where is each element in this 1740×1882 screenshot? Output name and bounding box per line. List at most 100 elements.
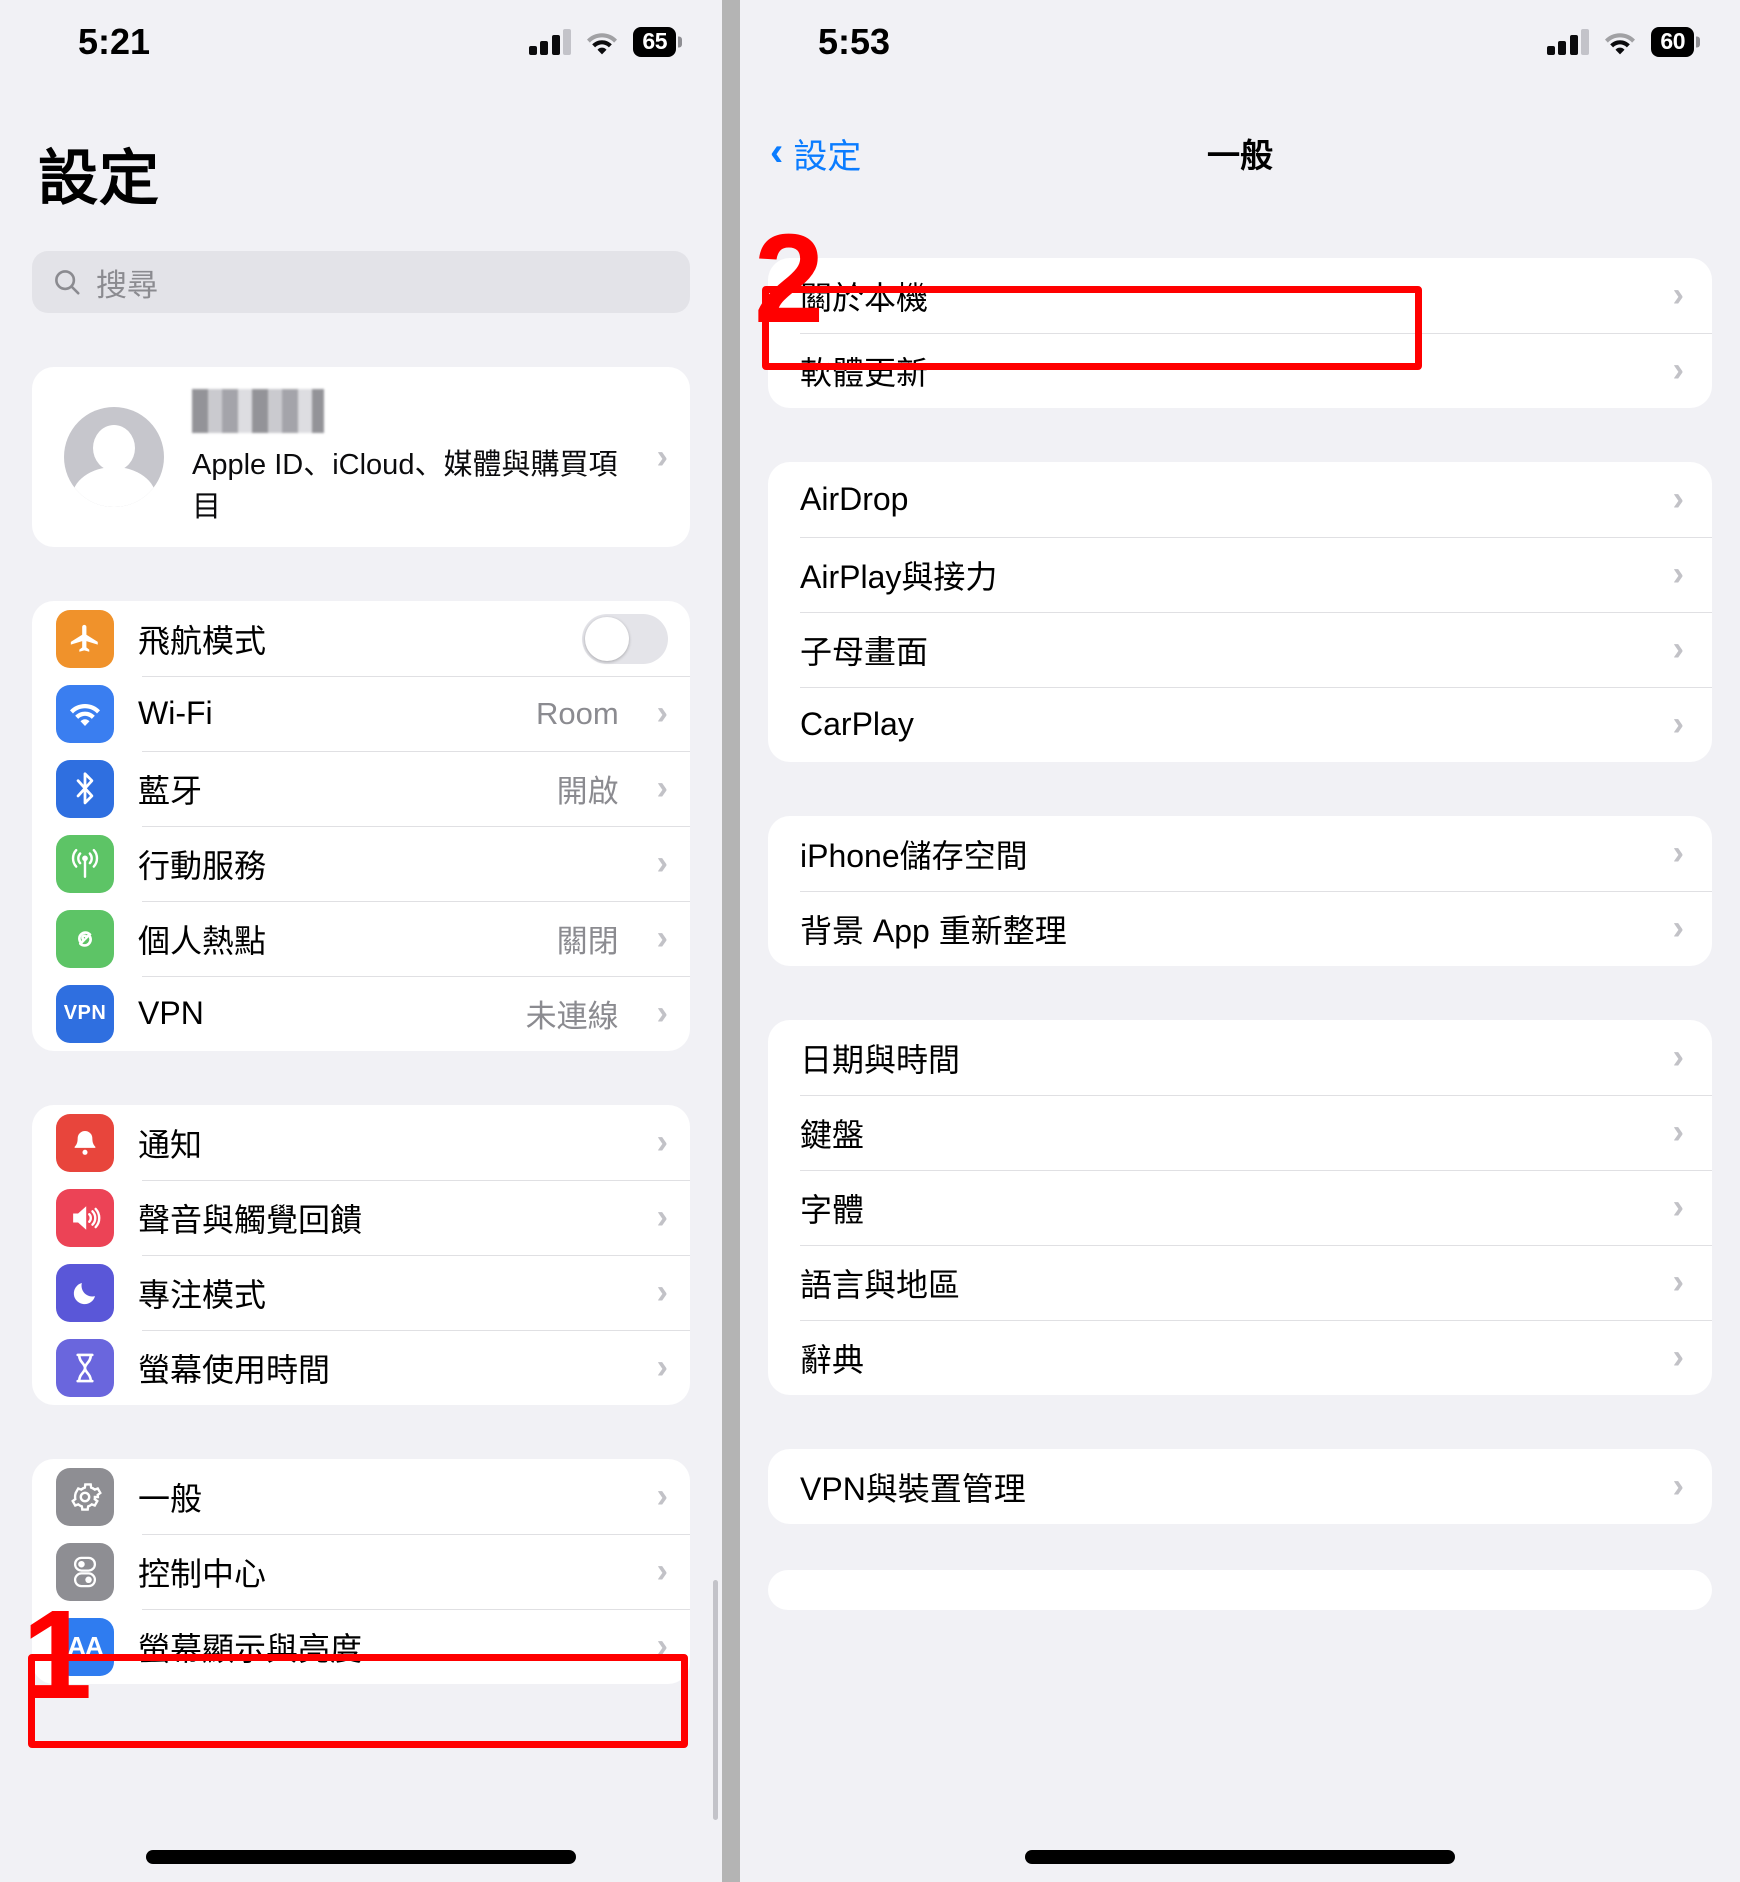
row-label: 辭典 [800, 1341, 865, 1378]
moon-icon [56, 1263, 114, 1322]
step-2-marker: 2 [754, 208, 825, 349]
row-label: 螢幕顯示與亮度 [138, 1630, 363, 1667]
nav-title: 一般 [1207, 137, 1273, 174]
chevron-right-icon: › [1672, 630, 1684, 668]
row-label: VPN [138, 995, 204, 1031]
settings-row-keyboard[interactable]: 鍵盤 › [768, 1095, 1712, 1170]
step-1-marker: 1 [22, 1584, 93, 1725]
bluetooth-icon [56, 759, 114, 818]
account-card[interactable]: Apple ID、iCloud、媒體與購買項目 › [32, 367, 690, 547]
connectivity-group: 飛航模式 Wi-Fi Room › 藍牙 開啟 › 行動服務 › 個人熱點 關閉… [32, 601, 690, 1051]
search-icon [55, 270, 80, 295]
settings-row-control-center[interactable]: 控制中心 › [32, 1534, 690, 1609]
settings-row-vpn[interactable]: VPN VPN 未連線 › [32, 976, 690, 1051]
airplane-mode-toggle[interactable] [582, 613, 668, 664]
settings-row-display-brightness[interactable]: AA 螢幕顯示與亮度 › [32, 1609, 690, 1684]
row-label: 鍵盤 [800, 1116, 865, 1153]
settings-row-software-update[interactable]: 軟體更新 › [768, 333, 1712, 408]
chevron-right-icon: › [656, 919, 668, 957]
locale-group: 日期與時間 › 鍵盤 › 字體 › 語言與地區 › 辭典 › [768, 1020, 1712, 1395]
settings-row-bluetooth[interactable]: 藍牙 開啟 › [32, 751, 690, 826]
wifi-status-icon [1603, 29, 1637, 55]
settings-row-about[interactable]: 關於本機 › [768, 258, 1712, 333]
page-title: 設定 [38, 145, 160, 212]
battery-indicator: 60 [1651, 27, 1694, 57]
row-label: 個人熱點 [138, 922, 267, 959]
vpn-device-management-group: VPN與裝置管理 › [768, 1449, 1712, 1524]
row-label: 螢幕使用時間 [138, 1351, 331, 1388]
right-status-bar: 5:53 60 [740, 0, 1740, 84]
search-placeholder: 搜尋 [96, 267, 158, 303]
chevron-right-icon: › [1672, 276, 1684, 314]
partial-bottom-group [768, 1570, 1712, 1610]
row-label: 子母畫面 [800, 633, 929, 670]
settings-row-fonts[interactable]: 字體 › [768, 1170, 1712, 1245]
row-label: AirDrop [800, 481, 909, 517]
general-group: 一般 › 控制中心 › AA 螢幕顯示與亮度 › [32, 1459, 690, 1684]
row-label: 藍牙 [138, 772, 203, 809]
chevron-right-icon: › [656, 994, 668, 1032]
chevron-right-icon: › [656, 437, 668, 476]
row-value: 未連線 [525, 999, 619, 1034]
row-value: 開啟 [556, 774, 619, 809]
left-phone-screen: 5:21 65 設定 搜尋 Apple ID、iCloud、媒體與購買項目 › … [0, 0, 722, 1882]
gear-icon [56, 1467, 114, 1526]
settings-row-picture-in-picture[interactable]: 子母畫面 › [768, 612, 1712, 687]
row-label: 關於本機 [800, 279, 929, 316]
chevron-right-icon: › [656, 769, 668, 807]
cellular-signal-icon [1546, 29, 1590, 55]
settings-row-vpn-device-management[interactable]: VPN與裝置管理 › [768, 1449, 1712, 1524]
row-label: 控制中心 [138, 1555, 267, 1592]
cellular-icon [56, 834, 114, 893]
battery-indicator: 65 [633, 27, 676, 57]
panel-divider [722, 0, 740, 1882]
wifi-icon [56, 684, 114, 743]
right-status-icons: 60 [1546, 27, 1694, 57]
settings-row-iphone-storage[interactable]: iPhone儲存空間 › [768, 816, 1712, 891]
settings-row-wifi[interactable]: Wi-Fi Room › [32, 676, 690, 751]
chevron-right-icon: › [1672, 351, 1684, 389]
row-label: iPhone儲存空間 [800, 837, 1028, 874]
search-input[interactable]: 搜尋 [32, 251, 690, 313]
row-label: 飛航模式 [138, 622, 267, 659]
speaker-icon [56, 1188, 114, 1247]
settings-row-sounds-haptics[interactable]: 聲音與觸覺回饋 › [32, 1180, 690, 1255]
settings-row-carplay[interactable]: CarPlay › [768, 687, 1712, 762]
chevron-right-icon: › [1672, 1263, 1684, 1301]
airplane-icon [56, 609, 114, 668]
back-button[interactable]: ‹ 設定 [770, 129, 861, 178]
settings-row-cellular[interactable]: 行動服務 › [32, 826, 690, 901]
settings-row-airdrop[interactable]: AirDrop › [768, 462, 1712, 537]
settings-row-dictionary[interactable]: 辭典 › [768, 1320, 1712, 1395]
settings-row-notifications[interactable]: 通知 › [32, 1105, 690, 1180]
chevron-right-icon: › [1672, 480, 1684, 518]
back-button-label: 設定 [793, 137, 862, 176]
left-status-time: 5:21 [78, 21, 151, 62]
settings-row-language-region[interactable]: 語言與地區 › [768, 1245, 1712, 1320]
vpn-icon: VPN [56, 984, 114, 1043]
settings-row-focus[interactable]: 專注模式 › [32, 1255, 690, 1330]
chevron-right-icon: › [656, 1477, 668, 1515]
chevron-right-icon: › [1672, 909, 1684, 947]
chevron-right-icon: › [656, 1627, 668, 1665]
settings-row-general[interactable]: 一般 › [32, 1459, 690, 1534]
row-label: CarPlay [800, 706, 914, 742]
settings-row-background-app-refresh[interactable]: 背景 App 重新整理 › [768, 891, 1712, 966]
chevron-right-icon: › [1672, 1338, 1684, 1376]
settings-row-airplane-mode[interactable]: 飛航模式 [32, 601, 690, 676]
row-label: 背景 App 重新整理 [800, 912, 1067, 949]
scrollbar[interactable] [713, 1580, 718, 1820]
apple-id-row[interactable]: Apple ID、iCloud、媒體與購買項目 › [32, 367, 690, 547]
settings-row-airplay-handoff[interactable]: AirPlay與接力 › [768, 537, 1712, 612]
row-label: 軟體更新 [800, 354, 929, 391]
chevron-right-icon: › [1672, 1188, 1684, 1226]
chevron-right-icon: › [1672, 1038, 1684, 1076]
settings-row-date-time[interactable]: 日期與時間 › [768, 1020, 1712, 1095]
settings-row-screen-time[interactable]: 螢幕使用時間 › [32, 1330, 690, 1405]
settings-row-hotspot[interactable]: 個人熱點 關閉 › [32, 901, 690, 976]
row-label: 日期與時間 [800, 1041, 961, 1078]
account-text: Apple ID、iCloud、媒體與購買項目 [192, 389, 629, 525]
about-update-group: 關於本機 › 軟體更新 › [768, 258, 1712, 408]
hourglass-icon [56, 1338, 114, 1397]
chevron-right-icon: › [656, 1552, 668, 1590]
